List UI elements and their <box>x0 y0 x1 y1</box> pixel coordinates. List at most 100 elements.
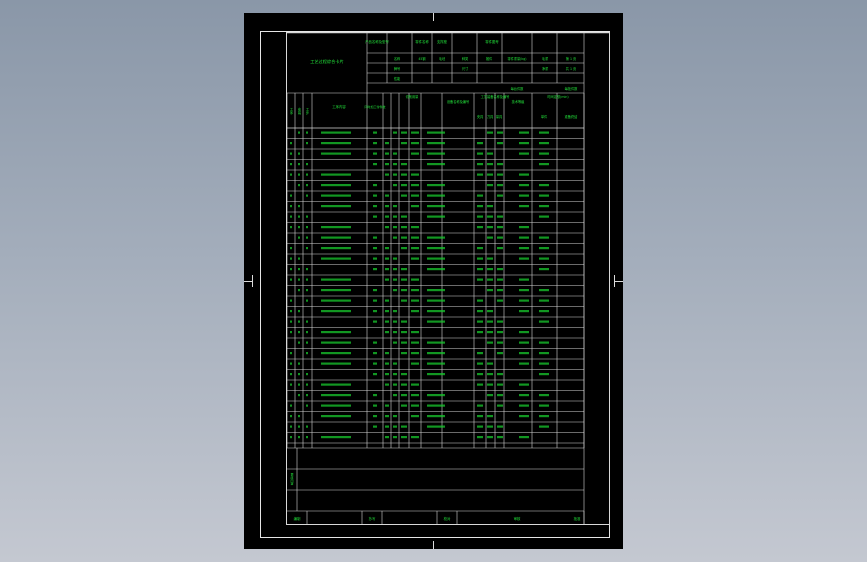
cell-text-mark <box>411 257 419 260</box>
cell-text-mark <box>393 268 397 271</box>
cell-text-mark <box>477 205 483 208</box>
cell-text-mark <box>497 404 503 407</box>
cell-text-mark <box>290 163 292 166</box>
cell-text-mark <box>373 184 377 187</box>
cell-text-mark <box>519 142 529 145</box>
cell-text-mark <box>539 142 549 145</box>
cell-text-mark <box>298 341 300 344</box>
cell-text-mark <box>411 352 419 355</box>
footer-approve: 校对 <box>444 516 451 521</box>
blank-label: 毛坯 <box>439 56 446 61</box>
cell-text-mark <box>290 257 292 260</box>
cell-text-mark <box>385 268 389 271</box>
cell-text-mark <box>519 257 529 260</box>
col-cutting: 切削用量 <box>406 94 420 99</box>
cell-text-mark <box>290 383 292 386</box>
cell-text-mark <box>306 226 308 229</box>
cell-text-mark <box>497 236 503 239</box>
cell-text-mark <box>411 205 419 208</box>
cell-text-mark <box>487 236 493 239</box>
cell-text-mark <box>373 215 377 218</box>
cell-text-mark <box>427 310 445 313</box>
cell-text-mark <box>487 415 493 418</box>
cell-text-mark <box>290 425 292 428</box>
cell-text-mark <box>477 320 483 323</box>
cell-text-mark <box>477 152 483 155</box>
cell-text-mark <box>497 226 503 229</box>
cell-text-mark <box>427 362 445 365</box>
cell-text-mark <box>539 425 549 428</box>
cell-text-mark <box>385 247 389 250</box>
cell-text-mark <box>411 362 419 365</box>
cell-text-mark <box>373 142 377 145</box>
cell-text-mark <box>290 404 292 407</box>
cell-text-mark <box>519 131 529 134</box>
cell-text-mark <box>393 173 397 176</box>
cell-text-mark <box>401 320 407 323</box>
cell-text-mark <box>321 415 351 418</box>
cell-text-mark <box>487 394 493 397</box>
cell-text-mark <box>401 289 407 292</box>
cell-text-mark <box>373 194 377 197</box>
cell-text-mark <box>385 320 389 323</box>
cell-text-mark <box>497 247 503 250</box>
cell-text-mark <box>298 268 300 271</box>
cell-text-mark <box>298 205 300 208</box>
cell-text-mark <box>519 415 529 418</box>
cell-text-mark <box>539 404 549 407</box>
net-label: 净重 <box>542 66 549 71</box>
cell-text-mark <box>385 226 389 229</box>
footer-review: 审核 <box>514 516 521 521</box>
cell-text-mark <box>539 184 549 187</box>
cell-text-mark <box>321 257 351 260</box>
cell-text-mark <box>539 205 549 208</box>
kind-value: 锻件 <box>486 56 493 61</box>
cell-text-mark <box>411 310 419 313</box>
cell-text-mark <box>306 331 308 334</box>
cell-text-mark <box>539 373 549 376</box>
cell-text-mark <box>477 163 483 166</box>
cell-text-mark <box>373 247 377 250</box>
cell-text-mark <box>401 341 407 344</box>
cell-text-mark <box>487 341 493 344</box>
cell-text-mark <box>290 142 292 145</box>
cell-text-mark <box>519 436 529 439</box>
cell-text-mark <box>321 299 351 302</box>
cell-text-mark <box>411 184 419 187</box>
gross-label: 毛重 <box>542 56 549 61</box>
cell-text-mark <box>519 226 529 229</box>
cell-text-mark <box>393 383 397 386</box>
cell-text-mark <box>298 163 300 166</box>
cell-text-mark <box>519 331 529 334</box>
col-parts: 同时加工零件数 <box>364 104 385 109</box>
cell-text-mark <box>477 299 483 302</box>
cell-text-mark <box>401 425 407 428</box>
cell-text-mark <box>487 289 493 292</box>
cell-text-mark <box>306 404 308 407</box>
cell-text-mark <box>427 394 445 397</box>
cell-text-mark <box>539 415 549 418</box>
cell-text-mark <box>373 205 377 208</box>
cell-text-mark <box>539 215 549 218</box>
cell-text-mark <box>539 394 549 397</box>
cell-text-mark <box>427 131 445 134</box>
cell-text-mark <box>385 205 389 208</box>
cell-text-mark <box>401 163 407 166</box>
cell-text-mark <box>385 415 389 418</box>
hardness-label: 性能 <box>394 76 401 81</box>
part-name-value: 支撑座 <box>437 39 448 44</box>
cell-text-mark <box>306 436 308 439</box>
cell-text-mark <box>401 268 407 271</box>
col-tools: 工艺装备名称及编号 <box>481 94 510 99</box>
cell-text-mark <box>393 215 397 218</box>
cell-text-mark <box>487 215 493 218</box>
cell-text-mark <box>306 394 308 397</box>
cell-text-mark <box>393 289 397 292</box>
cell-text-mark <box>321 362 351 365</box>
cell-text-mark <box>497 383 503 386</box>
cell-text-mark <box>321 436 351 439</box>
cell-text-mark <box>393 394 397 397</box>
cell-text-mark <box>427 320 445 323</box>
cell-text-mark <box>497 215 503 218</box>
cell-text-mark <box>497 131 503 134</box>
